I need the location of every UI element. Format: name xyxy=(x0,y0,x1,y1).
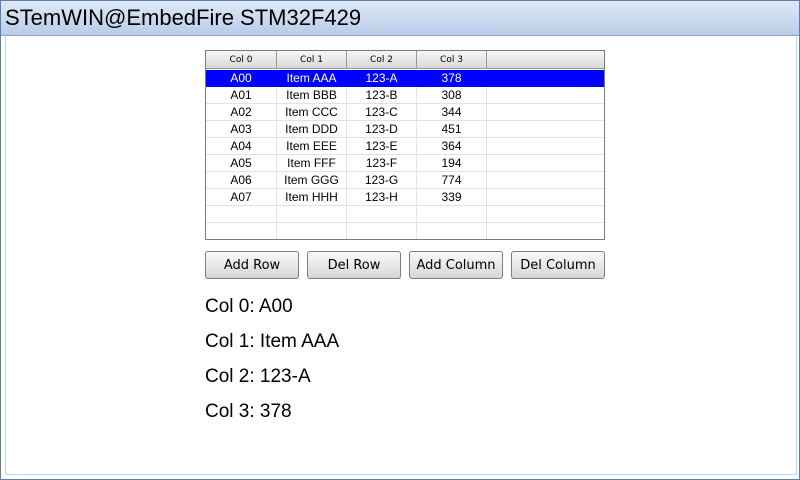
table-row[interactable]: A00 Item AAA 123-A 378 xyxy=(206,70,604,87)
table-cell xyxy=(487,206,604,223)
table-cell: 123-B xyxy=(347,87,417,104)
table-cell: A00 xyxy=(206,70,277,87)
table-cell: 123-E xyxy=(347,138,417,155)
table-row[interactable]: A03 Item DDD 123-D 451 xyxy=(206,121,604,138)
info-col-0: Col 0: A00 xyxy=(205,296,293,317)
table-cell xyxy=(206,223,277,239)
header-col-2[interactable]: Col 2 xyxy=(347,51,417,69)
info-col-1: Col 1: Item AAA xyxy=(205,331,340,352)
add-row-button[interactable]: Add Row xyxy=(205,251,299,279)
table-cell: Item DDD xyxy=(277,121,347,138)
table-row[interactable]: A01 Item BBB 123-B 308 xyxy=(206,87,604,104)
table-cell: 344 xyxy=(417,104,487,121)
table-cell: Item BBB xyxy=(277,87,347,104)
table-cell: 308 xyxy=(417,87,487,104)
table-row[interactable]: A02 Item CCC 123-C 344 xyxy=(206,104,604,121)
table-cell: A06 xyxy=(206,172,277,189)
header-col-4[interactable] xyxy=(487,51,604,69)
table-cell: A07 xyxy=(206,189,277,206)
del-column-button[interactable]: Del Column xyxy=(511,251,605,279)
table-cell: 339 xyxy=(417,189,487,206)
table-cell xyxy=(417,223,487,239)
table-cell: A05 xyxy=(206,155,277,172)
table-cell xyxy=(347,223,417,239)
title-bar[interactable]: STemWIN@EmbedFire STM32F429 xyxy=(1,1,799,36)
table-cell: Item GGG xyxy=(277,172,347,189)
header-col-3[interactable]: Col 3 xyxy=(417,51,487,69)
table-cell xyxy=(277,223,347,239)
table-cell: 194 xyxy=(417,155,487,172)
table-cell: A01 xyxy=(206,87,277,104)
table-cell: 451 xyxy=(417,121,487,138)
table-cell: Item EEE xyxy=(277,138,347,155)
table-row[interactable]: A06 Item GGG 123-G 774 xyxy=(206,172,604,189)
table-row[interactable] xyxy=(206,206,604,223)
info-col-3: Col 3: 378 xyxy=(205,401,292,422)
add-column-button[interactable]: Add Column xyxy=(409,251,503,279)
info-col-2: Col 2: 123-A xyxy=(205,366,311,387)
table-cell: 123-F xyxy=(347,155,417,172)
table-row[interactable]: A07 Item HHH 123-H 339 xyxy=(206,189,604,206)
window-title: STemWIN@EmbedFire STM32F429 xyxy=(5,5,362,30)
table-cell: 123-A xyxy=(347,70,417,87)
table-cell: 123-C xyxy=(347,104,417,121)
table-cell: 123-D xyxy=(347,121,417,138)
table-cell xyxy=(487,121,604,138)
list-view-header: Col 0 Col 1 Col 2 Col 3 xyxy=(206,51,604,70)
table-cell: A03 xyxy=(206,121,277,138)
table-cell xyxy=(487,172,604,189)
table-row[interactable]: A04 Item EEE 123-E 364 xyxy=(206,138,604,155)
table-cell xyxy=(417,206,487,223)
table-cell: Item CCC xyxy=(277,104,347,121)
table-cell: Item AAA xyxy=(277,70,347,87)
header-col-0[interactable]: Col 0 xyxy=(206,51,277,69)
list-view[interactable]: Col 0 Col 1 Col 2 Col 3 A00 Item AAA 123-A… xyxy=(205,50,605,240)
table-row[interactable] xyxy=(206,223,604,239)
table-cell: Item HHH xyxy=(277,189,347,206)
table-cell xyxy=(487,104,604,121)
table-cell xyxy=(487,70,604,87)
table-cell: 123-H xyxy=(347,189,417,206)
table-cell xyxy=(206,206,277,223)
table-cell xyxy=(487,223,604,239)
table-cell: A02 xyxy=(206,104,277,121)
header-col-1[interactable]: Col 1 xyxy=(277,51,347,69)
table-row[interactable]: A05 Item FFF 123-F 194 xyxy=(206,155,604,172)
table-cell: Item FFF xyxy=(277,155,347,172)
table-cell xyxy=(487,155,604,172)
table-cell xyxy=(487,87,604,104)
table-cell: 364 xyxy=(417,138,487,155)
table-cell xyxy=(347,206,417,223)
table-cell xyxy=(487,138,604,155)
table-cell: A04 xyxy=(206,138,277,155)
del-row-button[interactable]: Del Row xyxy=(307,251,401,279)
table-cell: 774 xyxy=(417,172,487,189)
table-cell xyxy=(277,206,347,223)
table-cell: 123-G xyxy=(347,172,417,189)
table-cell xyxy=(487,189,604,206)
table-cell: 378 xyxy=(417,70,487,87)
